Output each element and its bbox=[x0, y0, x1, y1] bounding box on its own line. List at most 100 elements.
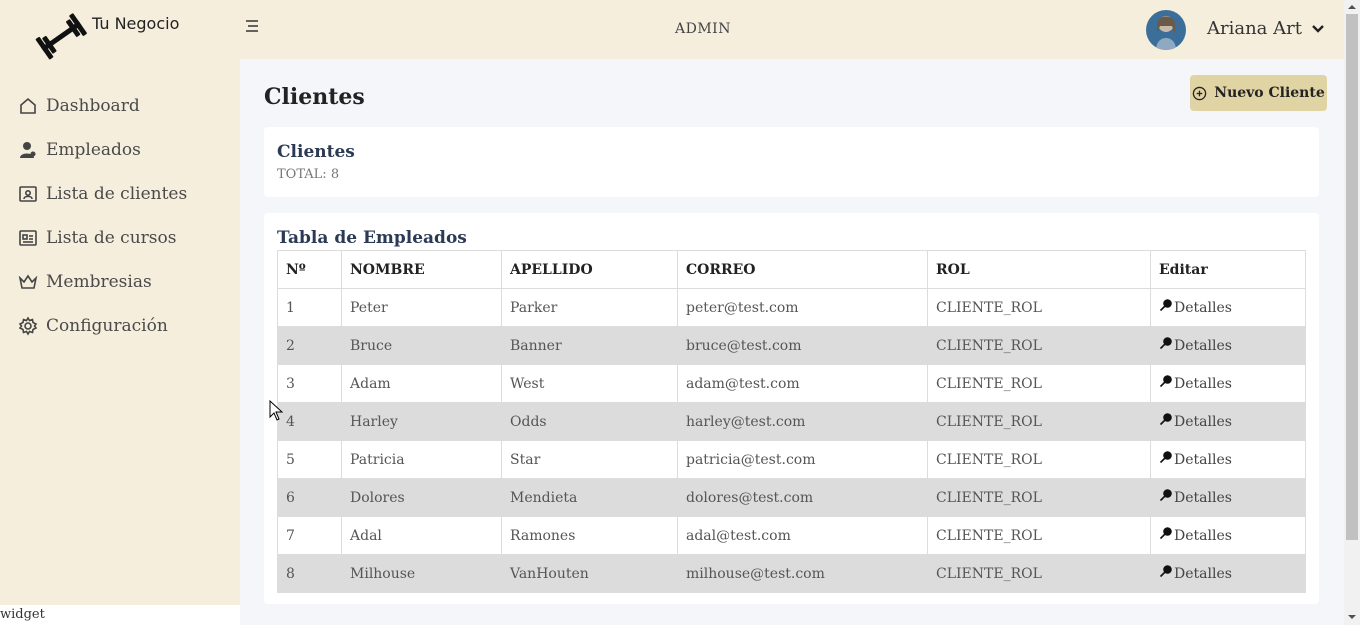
sidebar-item-empleados[interactable]: Empleados bbox=[18, 128, 187, 172]
cell-editar: Detalles bbox=[1150, 478, 1306, 517]
cell-apellido: Odds bbox=[501, 402, 678, 441]
cell-editar: Detalles bbox=[1150, 364, 1306, 403]
cell-editar: Detalles bbox=[1150, 554, 1306, 593]
user-icon bbox=[20, 142, 36, 158]
table-row: 3 Adam West adam@test.com CLIENTE_ROL De… bbox=[277, 364, 1306, 403]
cell-n: 6 bbox=[277, 478, 342, 517]
header-n: Nº bbox=[277, 250, 342, 289]
summary-card: Clientes TOTAL: 8 bbox=[264, 127, 1319, 197]
cell-correo: milhouse@test.com bbox=[677, 554, 928, 593]
details-label: Detalles bbox=[1174, 565, 1232, 582]
details-label: Detalles bbox=[1174, 337, 1232, 354]
header-editar: Editar bbox=[1150, 250, 1306, 289]
details-link[interactable]: Detalles bbox=[1159, 336, 1232, 354]
cell-apellido: West bbox=[501, 364, 678, 403]
table-row: 8 Milhouse VanHouten milhouse@test.com C… bbox=[277, 554, 1306, 593]
topbar-title: ADMIN bbox=[675, 21, 731, 37]
scroll-up-arrow-icon[interactable] bbox=[1348, 3, 1356, 11]
cell-nombre: Harley bbox=[341, 402, 502, 441]
magnifier-icon bbox=[1159, 564, 1172, 577]
magnifier-icon bbox=[1159, 488, 1172, 501]
scrollbar-thumb[interactable] bbox=[1346, 14, 1358, 540]
cell-correo: adam@test.com bbox=[677, 364, 928, 403]
details-link[interactable]: Detalles bbox=[1159, 412, 1232, 430]
details-link[interactable]: Detalles bbox=[1159, 488, 1232, 506]
cell-apellido: Mendieta bbox=[501, 478, 678, 517]
table-row: 7 Adal Ramones adal@test.com CLIENTE_ROL… bbox=[277, 516, 1306, 555]
cell-apellido: Ramones bbox=[501, 516, 678, 555]
brand-name[interactable]: Tu Negocio bbox=[92, 14, 179, 33]
cell-n: 3 bbox=[277, 364, 342, 403]
cell-nombre: Peter bbox=[341, 288, 502, 327]
avatar-image bbox=[1146, 10, 1186, 50]
scroll-down-arrow-icon[interactable] bbox=[1348, 613, 1356, 621]
cell-correo: patricia@test.com bbox=[677, 440, 928, 479]
user-name[interactable]: Ariana Art bbox=[1207, 18, 1302, 39]
contact-card-icon bbox=[19, 186, 37, 202]
cell-apellido: Parker bbox=[501, 288, 678, 327]
details-link[interactable]: Detalles bbox=[1159, 450, 1232, 468]
cell-apellido: Star bbox=[501, 440, 678, 479]
details-link[interactable]: Detalles bbox=[1159, 526, 1232, 544]
cell-editar: Detalles bbox=[1150, 440, 1306, 479]
home-icon bbox=[20, 97, 36, 114]
cell-nombre: Patricia bbox=[341, 440, 502, 479]
avatar[interactable] bbox=[1146, 10, 1186, 50]
table-row: 5 Patricia Star patricia@test.com CLIENT… bbox=[277, 440, 1306, 479]
cell-nombre: Bruce bbox=[341, 326, 502, 365]
cell-n: 8 bbox=[277, 554, 342, 593]
sidebar-item-label: Empleados bbox=[46, 140, 141, 160]
sidebar-item-label: Lista de cursos bbox=[46, 228, 177, 248]
cell-nombre: Dolores bbox=[341, 478, 502, 517]
sidebar-item-label: Configuración bbox=[46, 316, 168, 336]
table-row: 4 Harley Odds harley@test.com CLIENTE_RO… bbox=[277, 402, 1306, 441]
cell-n: 4 bbox=[277, 402, 342, 441]
details-label: Detalles bbox=[1174, 527, 1232, 544]
brand[interactable] bbox=[32, 12, 90, 60]
sidebar-item-configuracion[interactable]: Configuración bbox=[18, 304, 187, 348]
cell-nombre: Adam bbox=[341, 364, 502, 403]
cell-rol: CLIENTE_ROL bbox=[927, 402, 1151, 441]
gear-icon bbox=[18, 316, 38, 336]
sidebar-item-label: Membresias bbox=[46, 272, 152, 292]
clients-table: Nº NOMBRE APELLIDO CORREO ROL Editar 1 P… bbox=[277, 250, 1306, 593]
sidebar-item-dashboard[interactable]: Dashboard bbox=[18, 84, 187, 128]
table-row: 2 Bruce Banner bruce@test.com CLIENTE_RO… bbox=[277, 326, 1306, 365]
details-link[interactable]: Detalles bbox=[1159, 564, 1232, 582]
cell-rol: CLIENTE_ROL bbox=[927, 288, 1151, 327]
new-client-button[interactable]: Nuevo Cliente bbox=[1190, 75, 1327, 111]
menu-toggle-icon[interactable] bbox=[244, 18, 260, 34]
cell-rol: CLIENTE_ROL bbox=[927, 516, 1151, 555]
cell-rol: CLIENTE_ROL bbox=[927, 554, 1151, 593]
cell-rol: CLIENTE_ROL bbox=[927, 440, 1151, 479]
header-correo: CORREO bbox=[677, 250, 928, 289]
cell-n: 5 bbox=[277, 440, 342, 479]
sidebar-item-membresias[interactable]: Membresias bbox=[18, 260, 187, 304]
crown-icon bbox=[18, 274, 38, 289]
plus-circle-icon bbox=[1193, 86, 1207, 100]
chevron-down-icon[interactable] bbox=[1311, 22, 1325, 36]
sidebar-item-lista-cursos[interactable]: Lista de cursos bbox=[18, 216, 187, 260]
list-card-icon bbox=[19, 230, 37, 246]
table-row: 1 Peter Parker peter@test.com CLIENTE_RO… bbox=[277, 288, 1306, 327]
cell-editar: Detalles bbox=[1150, 516, 1306, 555]
cell-correo: dolores@test.com bbox=[677, 478, 928, 517]
cell-apellido: Banner bbox=[501, 326, 678, 365]
cell-correo: bruce@test.com bbox=[677, 326, 928, 365]
cell-rol: CLIENTE_ROL bbox=[927, 478, 1151, 517]
details-link[interactable]: Detalles bbox=[1159, 374, 1232, 392]
cell-correo: harley@test.com bbox=[677, 402, 928, 441]
dumbbell-icon bbox=[35, 13, 87, 60]
cell-n: 7 bbox=[277, 516, 342, 555]
magnifier-icon bbox=[1159, 336, 1172, 349]
cell-rol: CLIENTE_ROL bbox=[927, 364, 1151, 403]
widget-label: widget bbox=[0, 605, 240, 625]
new-client-label: Nuevo Cliente bbox=[1214, 85, 1325, 101]
cell-nombre: Milhouse bbox=[341, 554, 502, 593]
magnifier-icon bbox=[1159, 374, 1172, 387]
details-link[interactable]: Detalles bbox=[1159, 298, 1232, 316]
sidebar: Tu Negocio Dashboard Empleados Lista de … bbox=[0, 0, 240, 605]
table-card: Tabla de Empleados Nº NOMBRE APELLIDO CO… bbox=[264, 213, 1319, 604]
sidebar-item-lista-clientes[interactable]: Lista de clientes bbox=[18, 172, 187, 216]
cell-rol: CLIENTE_ROL bbox=[927, 326, 1151, 365]
